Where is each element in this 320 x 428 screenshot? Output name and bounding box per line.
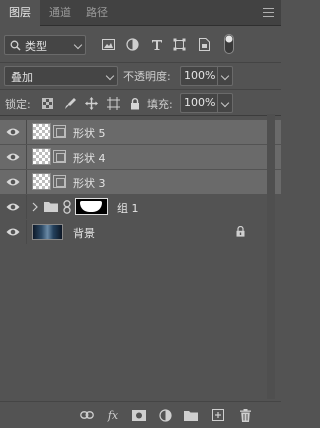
lock-row: 锁定: 填充: 100%: [0, 90, 281, 115]
blend-mode-dropdown[interactable]: 叠加: [4, 66, 118, 86]
fill-label: 填充:: [147, 98, 173, 111]
smart-object-filter-icon[interactable]: [196, 36, 213, 53]
visibility-toggle[interactable]: [0, 195, 27, 219]
opacity-dropdown-button[interactable]: [217, 66, 233, 86]
tab-channels[interactable]: 通道: [40, 0, 80, 26]
lock-position-icon[interactable]: [83, 95, 100, 112]
new-layer-icon[interactable]: [211, 408, 225, 422]
eye-icon: [6, 128, 20, 136]
layer-row[interactable]: 形状 4: [0, 145, 281, 169]
visibility-toggle[interactable]: [0, 145, 27, 169]
lock-all-icon[interactable]: [126, 95, 143, 112]
chevron-down-icon: [105, 71, 115, 81]
eye-icon: [6, 178, 20, 186]
chevron-down-icon: [220, 98, 230, 108]
lock-transparent-pixels-icon[interactable]: [39, 95, 56, 112]
folder-icon: [44, 202, 58, 212]
filter-toggle-icon[interactable]: [222, 33, 236, 55]
opacity-label: 不透明度:: [123, 70, 171, 83]
filter-kind-label: 类型: [25, 40, 47, 53]
layer-name: 组 1: [117, 202, 139, 215]
layer-name: 形状 5: [73, 127, 106, 140]
delete-layer-icon[interactable]: [238, 408, 252, 422]
eye-icon: [6, 228, 20, 236]
vector-mask-icon: [53, 175, 66, 188]
lock-image-pixels-icon[interactable]: [61, 95, 78, 112]
blend-row: 叠加 不透明度: 100%: [0, 63, 281, 89]
group-mask-thumbnail: [75, 198, 108, 215]
layer-style-fx-icon[interactable]: fx: [106, 408, 120, 422]
lock-artboard-icon[interactable]: [105, 95, 122, 112]
visibility-toggle[interactable]: [0, 170, 27, 194]
link-icon[interactable]: [63, 200, 71, 214]
new-group-icon[interactable]: [184, 408, 198, 422]
layers-bottom-toolbar: fx: [0, 401, 281, 428]
tab-layers[interactable]: 图层: [0, 0, 40, 27]
layer-row-group[interactable]: 组 1: [0, 195, 281, 219]
layer-thumbnail: [32, 123, 51, 140]
opacity-input[interactable]: 100%: [180, 66, 217, 86]
shape-filter-icon[interactable]: [171, 36, 188, 53]
panel-menu-icon[interactable]: [263, 8, 274, 17]
search-icon: [10, 40, 21, 51]
layer-thumbnail: [32, 173, 51, 190]
chevron-right-icon[interactable]: [32, 202, 38, 212]
image-filter-icon[interactable]: [100, 36, 117, 53]
layer-name: 背景: [73, 227, 95, 240]
chevron-down-icon: [220, 71, 230, 81]
layer-name: 形状 4: [73, 152, 106, 165]
lock-label: 锁定:: [5, 98, 31, 111]
vector-mask-icon: [53, 150, 66, 163]
visibility-toggle[interactable]: [0, 120, 27, 144]
layers-scrollbar[interactable]: [267, 114, 275, 399]
type-filter-icon[interactable]: [148, 36, 165, 53]
panel-tab-bar: 图层 通道 路径: [0, 0, 281, 27]
eye-icon: [6, 153, 20, 161]
divider: [0, 115, 281, 116]
fill-value: 100%: [184, 96, 216, 109]
filter-row: 类型: [0, 27, 281, 62]
layer-thumbnail: [32, 148, 51, 165]
add-mask-icon[interactable]: [132, 408, 146, 422]
background-thumbnail: [32, 224, 63, 240]
layer-row[interactable]: 形状 3: [0, 170, 281, 194]
opacity-value: 100%: [184, 69, 216, 82]
adjustment-filter-icon[interactable]: [124, 36, 141, 53]
filter-kind-dropdown[interactable]: 类型: [4, 35, 86, 55]
vector-mask-icon: [53, 125, 66, 138]
tab-paths[interactable]: 路径: [80, 0, 114, 26]
blend-mode-value: 叠加: [11, 71, 33, 84]
lock-icon: [236, 226, 245, 237]
layer-name: 形状 3: [73, 177, 106, 190]
fill-dropdown-button[interactable]: [217, 93, 233, 113]
visibility-toggle[interactable]: [0, 220, 27, 244]
layer-row[interactable]: 形状 5: [0, 120, 281, 144]
chevron-down-icon: [73, 40, 83, 50]
layer-row-background[interactable]: 背景: [0, 220, 281, 244]
new-adjustment-layer-icon[interactable]: [158, 408, 172, 422]
eye-icon: [6, 203, 20, 211]
link-layers-icon[interactable]: [80, 408, 94, 422]
fill-input[interactable]: 100%: [180, 93, 217, 113]
